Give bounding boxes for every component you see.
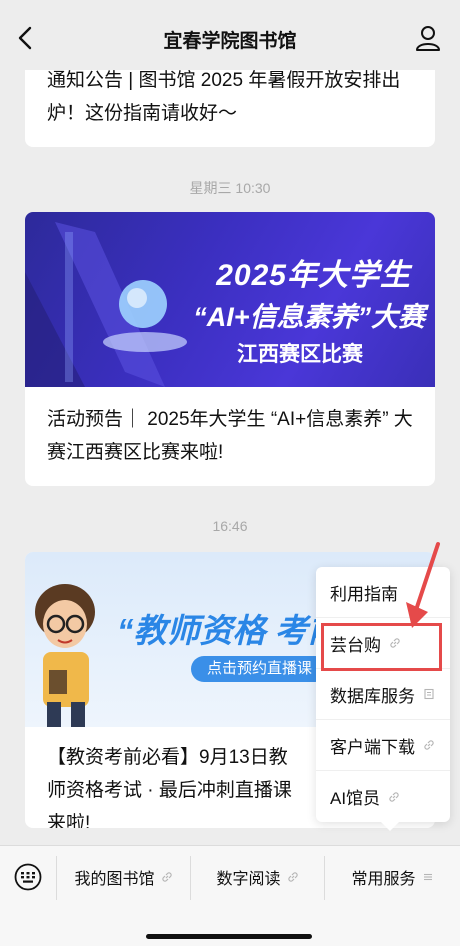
tab-common-services[interactable]: 常用服务 <box>325 846 460 908</box>
banner-heading: 2025年大学生 <box>216 259 411 292</box>
article-title: 活动预告｜ 2025年大学生 “AI+信息素养” 大赛江西赛区比赛来啦! <box>47 409 413 463</box>
link-icon <box>389 791 399 802</box>
timestamp: 16:46 <box>212 518 248 534</box>
page-title: 宜春学院图书馆 <box>163 30 297 52</box>
tab-label: 常用服务 <box>351 871 416 888</box>
article-card[interactable]: 2025年大学生 “AI+信息素养”大赛 江西赛区比赛 活动预告｜ 2025年大… <box>25 212 435 486</box>
doc-icon <box>424 688 434 700</box>
menu-pointer <box>380 821 400 831</box>
menu-item-client-download[interactable]: 客户端下载 <box>316 720 450 771</box>
teacher-illustration <box>35 584 95 727</box>
menu-item-label: 利用指南 <box>330 584 398 604</box>
keyboard-toggle-icon[interactable] <box>14 863 42 891</box>
tab-digital-reading[interactable]: 数字阅读 <box>191 846 324 908</box>
article-card[interactable]: 通知公告 | 图书馆 2025 年暑假开放安排出炉！这份指南请收好～ <box>25 70 435 147</box>
menu-item-label: 数据库服务 <box>330 686 415 706</box>
banner-subheading: “AI+信息素养”大赛 <box>193 302 425 332</box>
highlight-box-menu-item <box>321 623 442 671</box>
menu-item-database[interactable]: 数据库服务 <box>316 669 450 720</box>
menu-lines-icon <box>423 873 432 881</box>
tab-label: 我的图书馆 <box>74 871 155 888</box>
bottom-menu-bar: 我的图书馆 数字阅读 常用服务 <box>0 845 460 946</box>
annotation-arrow-icon <box>406 542 440 628</box>
menu-item-label: AI馆员 <box>330 789 381 808</box>
top-bar: 宜春学院图书馆 <box>0 0 460 70</box>
link-icon <box>287 872 298 882</box>
user-profile-icon[interactable] <box>414 24 442 52</box>
banner-heading: “教师资格 考前 <box>117 612 341 649</box>
back-arrow-icon[interactable] <box>14 24 38 52</box>
link-icon <box>424 740 434 750</box>
timestamp: 星期三 10:30 <box>189 180 271 196</box>
link-icon <box>161 872 172 882</box>
banner-caption: 江西赛区比赛 <box>237 343 363 366</box>
article-title: 通知公告 | 图书馆 2025 年暑假开放安排出炉！这份指南请收好～ <box>47 70 401 124</box>
banner-pill: 点击预约直播课 <box>191 656 329 682</box>
menu-item-label: 客户端下载 <box>330 737 415 757</box>
menu-item-ai-librarian[interactable]: AI馆员 <box>316 771 450 822</box>
home-indicator <box>146 934 312 939</box>
tab-my-library[interactable]: 我的图书馆 <box>57 846 190 908</box>
tab-label: 数字阅读 <box>216 871 281 888</box>
article-cover-image: 2025年大学生 “AI+信息素养”大赛 江西赛区比赛 <box>25 212 435 387</box>
